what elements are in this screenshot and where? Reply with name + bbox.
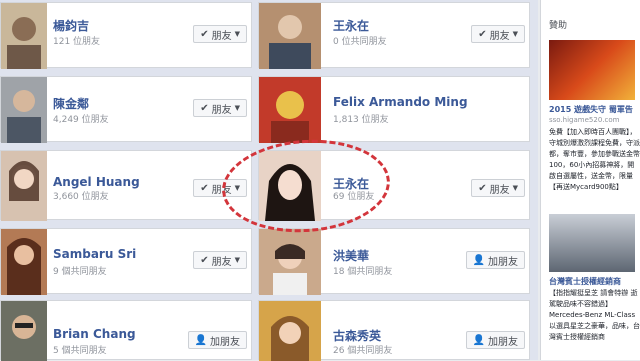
friend-status-button[interactable]: ✔ 朋友 ▼	[193, 25, 247, 43]
ad-image[interactable]	[549, 214, 635, 272]
friends-list-panel: 楊鈞吉 121 位朋友 ✔ 朋友 ▼ 王永在 0 位共同朋友 ✔ 朋友 ▼ 陳金鄰 4,…	[0, 0, 538, 361]
add-friend-button[interactable]: 👤 加朋友	[187, 331, 247, 349]
sponsored-sidebar: 贊助 2015 遊戲失守 蜀軍告 sso.higame520.com 免費【加入…	[540, 0, 640, 360]
ad-title[interactable]: 2015 遊戲失守 蜀軍告	[549, 104, 633, 115]
check-icon: ✔	[200, 254, 209, 266]
friend-avatar[interactable]	[259, 229, 321, 295]
ad-image[interactable]	[549, 40, 635, 100]
add-friend-button[interactable]: 👤 加朋友	[465, 331, 525, 349]
friend-avatar[interactable]	[1, 151, 47, 221]
friend-card: Sambaru Sri 9 個共同朋友 ✔ 朋友 ▼	[0, 228, 252, 295]
ad-url[interactable]: sso.higame520.com	[549, 116, 619, 124]
chevron-down-icon: ▼	[234, 30, 240, 38]
add-friend-button[interactable]: 👤 加朋友	[465, 251, 525, 269]
add-friend-icon: 👤	[472, 254, 485, 266]
friend-name[interactable]: Angel Huang	[53, 175, 140, 189]
friend-card: 陳金鄰 4,249 位朋友 ✔ 朋友 ▼	[0, 76, 252, 143]
check-icon: ✔	[200, 182, 209, 194]
check-icon: ✔	[200, 28, 209, 40]
friend-card: 古森秀英 26 個共同朋友 👤 加朋友	[258, 300, 530, 361]
friend-count: 4,249 位朋友	[53, 115, 109, 125]
check-icon: ✔	[200, 102, 209, 114]
friend-card: 洪美華 18 個共同朋友 👤 加朋友	[258, 228, 530, 295]
friend-count: 3,660 位朋友	[53, 192, 109, 202]
friend-avatar[interactable]	[1, 3, 47, 69]
add-friend-icon: 👤	[194, 334, 207, 346]
friend-count: 121 位朋友	[53, 37, 101, 47]
friend-name[interactable]: 古森秀英	[333, 327, 381, 344]
friend-name[interactable]: Felix Armando Ming	[333, 95, 468, 109]
friend-status-button[interactable]: ✔ 朋友 ▼	[193, 99, 247, 117]
ad-body: 【指指耀挺呈芝 請會特辦 逝 駕駛品味不容錯過】Mercedes-Benz ML…	[549, 289, 640, 341]
ad-body: 免費【加入即時百人團戰】，守城別爆激烈課程免費，守派都，奪市豐，參加參戰送金幣1…	[549, 128, 640, 191]
friend-card: 王永在 0 位共同朋友 ✔ 朋友 ▼	[258, 2, 530, 69]
friend-avatar[interactable]	[259, 77, 321, 143]
check-icon: ✔	[478, 182, 487, 194]
check-icon: ✔	[478, 28, 487, 40]
ad-title[interactable]: 台灣賓士授權經銷商	[549, 276, 621, 287]
friend-avatar[interactable]	[259, 301, 321, 361]
chevron-down-icon: ▼	[234, 256, 240, 264]
chevron-down-icon: ▼	[512, 30, 518, 38]
friend-name[interactable]: Sambaru Sri	[53, 247, 136, 261]
friend-avatar[interactable]	[259, 3, 321, 69]
friend-card: Felix Armando Ming 1,813 位朋友	[258, 76, 530, 143]
friend-avatar[interactable]	[1, 301, 47, 361]
friend-name[interactable]: 王永在	[333, 17, 369, 34]
friend-status-button[interactable]: ✔ 朋友 ▼	[471, 25, 525, 43]
sponsored-title: 贊助	[549, 21, 568, 31]
friend-count: 9 個共同朋友	[53, 267, 107, 277]
friend-count: 5 個共同朋友	[53, 346, 107, 356]
chevron-down-icon: ▼	[512, 184, 518, 192]
friend-count: 26 個共同朋友	[333, 346, 393, 356]
friend-count: 1,813 位朋友	[333, 115, 389, 125]
friend-avatar[interactable]	[1, 229, 47, 295]
friend-card: Angel Huang 3,660 位朋友 ✔ 朋友 ▼	[0, 150, 252, 221]
friend-name[interactable]: 楊鈞吉	[53, 17, 89, 34]
friend-name[interactable]: Brian Chang	[53, 327, 136, 341]
friend-card: Brian Chang 5 個共同朋友 👤 加朋友	[0, 300, 252, 361]
friend-count: 0 位共同朋友	[333, 37, 387, 47]
friend-status-button[interactable]: ✔ 朋友 ▼	[471, 179, 525, 197]
friend-status-button[interactable]: ✔ 朋友 ▼	[193, 251, 247, 269]
friend-name[interactable]: 洪美華	[333, 247, 369, 264]
chevron-down-icon: ▼	[234, 104, 240, 112]
friend-name[interactable]: 陳金鄰	[53, 95, 89, 112]
friend-count: 18 個共同朋友	[333, 267, 393, 277]
friend-avatar[interactable]	[1, 77, 47, 143]
add-friend-icon: 👤	[472, 334, 485, 346]
friend-card: 楊鈞吉 121 位朋友 ✔ 朋友 ▼	[0, 2, 252, 69]
